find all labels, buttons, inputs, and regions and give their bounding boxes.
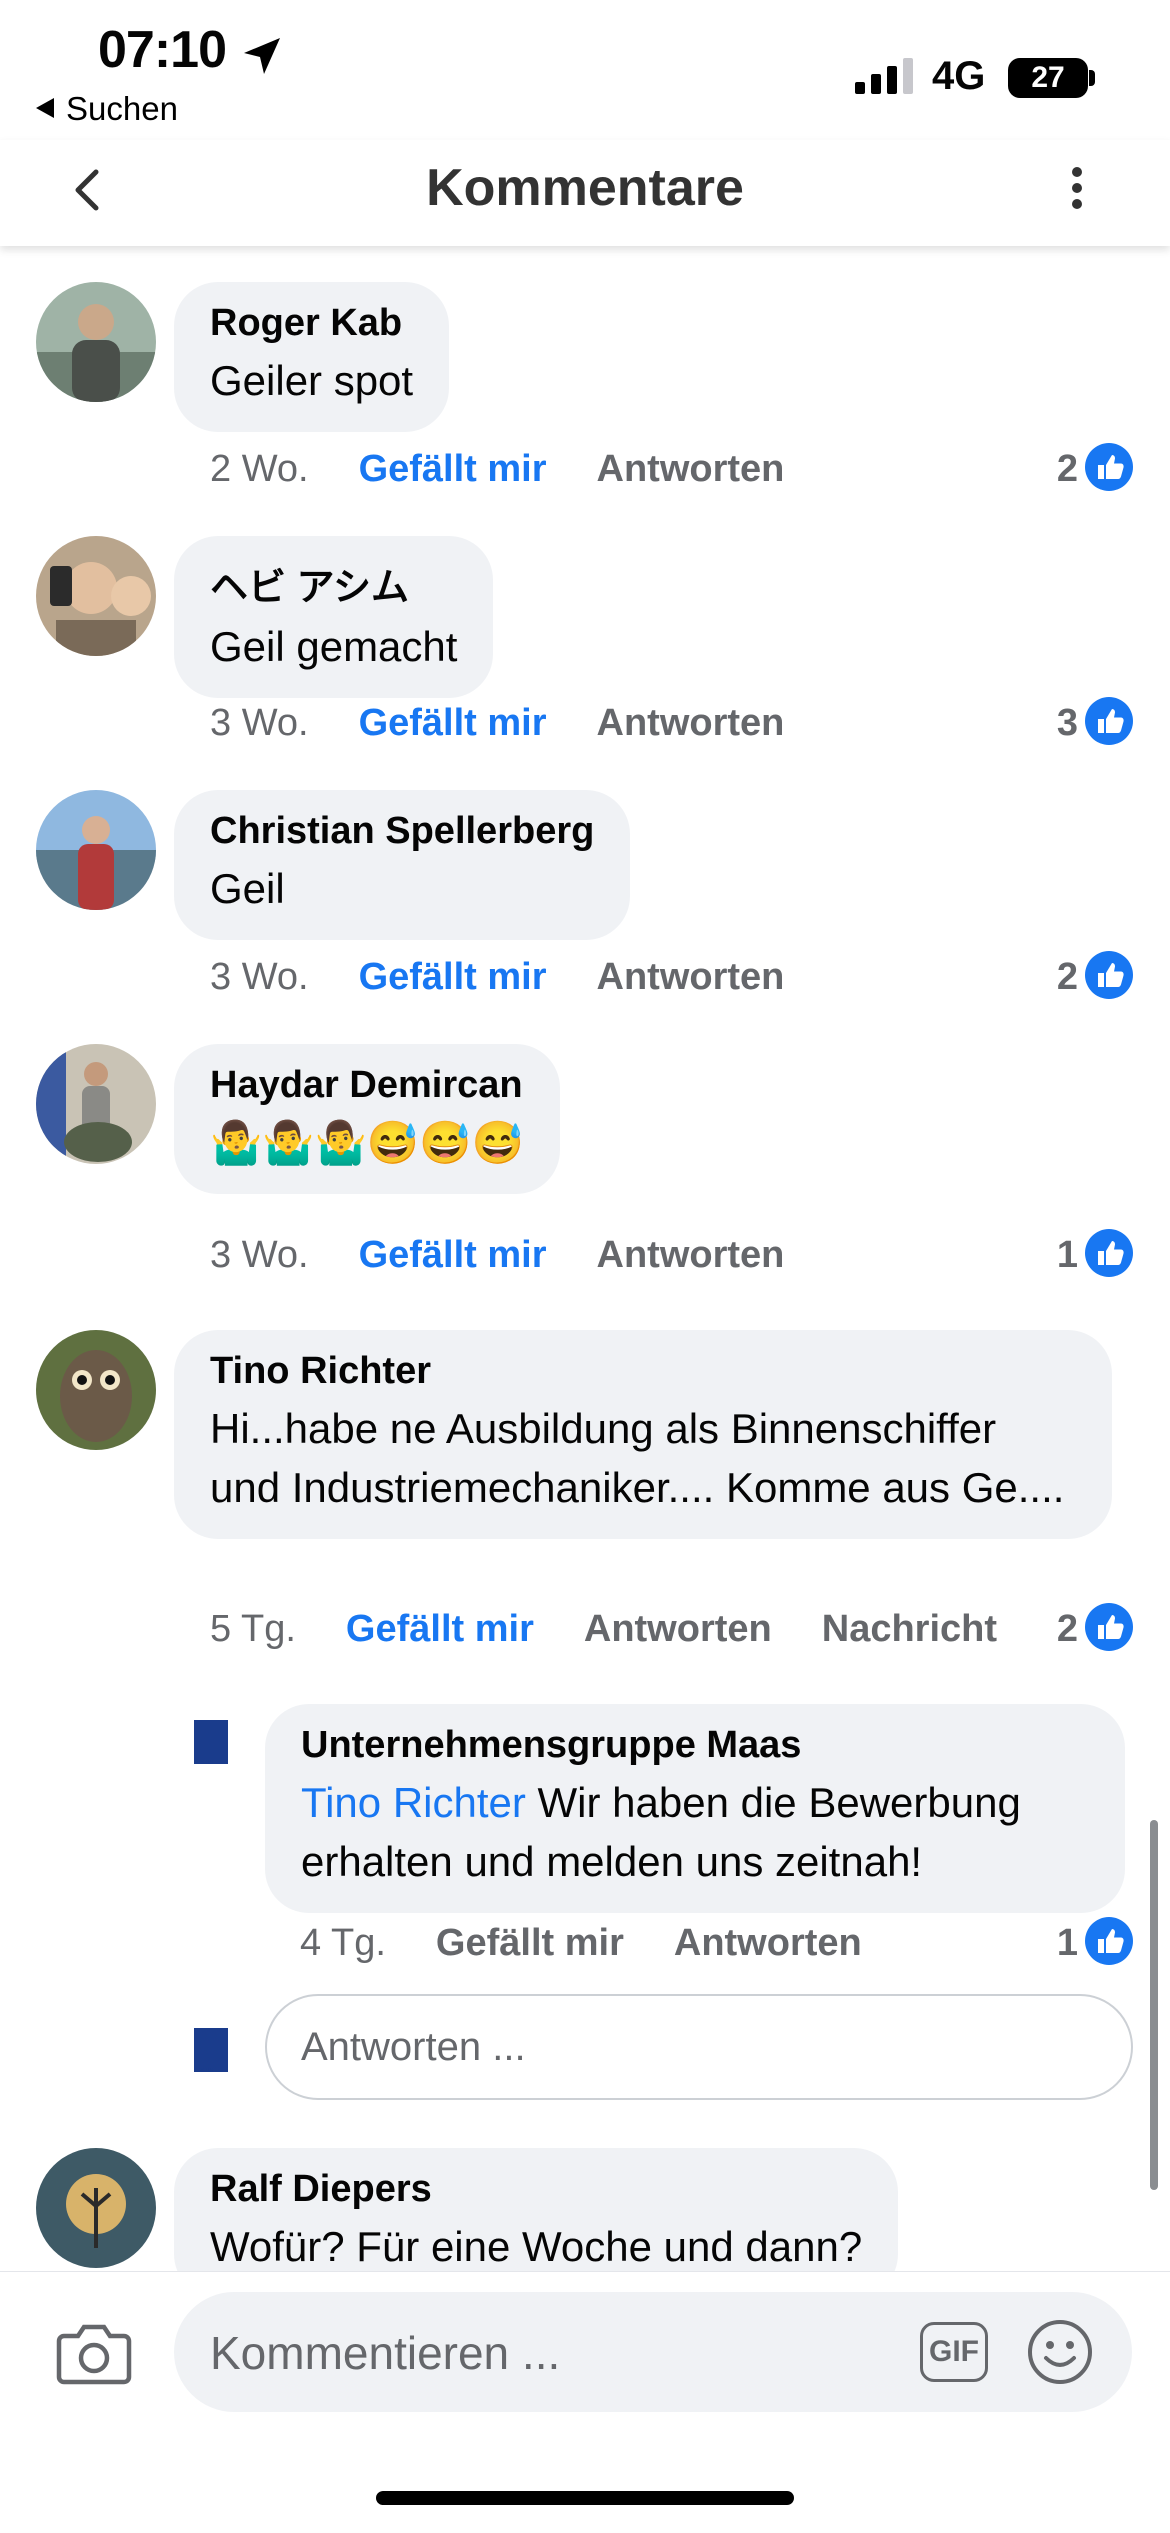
like-count: 3 xyxy=(1056,702,1078,744)
back-triangle-icon xyxy=(36,98,54,119)
comment-author[interactable]: Haydar Demircan xyxy=(210,1064,524,1107)
reply-button[interactable]: Antworten xyxy=(597,1234,785,1276)
reply-button[interactable]: Antworten xyxy=(674,1922,862,1964)
more-options-icon[interactable] xyxy=(1052,158,1102,218)
comment-actions: 5 Tg. Gefällt mir Antworten Nachricht xyxy=(210,1608,997,1651)
like-count: 2 xyxy=(1056,956,1078,998)
comment-text: 🤷‍♂️🤷‍♂️🤷‍♂️😅😅😅 xyxy=(210,1119,524,1166)
status-time: 07:10 xyxy=(98,21,227,79)
company-logo[interactable] xyxy=(194,1720,228,1766)
comment-bubble[interactable]: Tino Richter Hi...habe ne Ausbildung als… xyxy=(174,1330,1112,1539)
location-arrow-icon xyxy=(244,38,280,74)
avatar[interactable] xyxy=(36,282,156,402)
like-button[interactable]: Gefällt mir xyxy=(359,702,547,744)
reply-button[interactable]: Antworten xyxy=(584,1608,772,1650)
comment-actions: 3 Wo. Gefällt mir Antworten xyxy=(210,1234,834,1277)
comment-input-placeholder: Kommentieren ... xyxy=(210,2327,561,2379)
comment-actions: 3 Wo. Gefällt mir Antworten xyxy=(210,956,834,999)
comment-text: Hi...habe ne Ausbildung als Binnenschiff… xyxy=(210,1405,1065,1511)
reply-input[interactable]: Antworten ... xyxy=(265,1994,1133,2100)
avatar[interactable] xyxy=(36,1044,156,1164)
emoji-icon[interactable] xyxy=(1026,2318,1094,2386)
avatar[interactable] xyxy=(36,790,156,910)
like-button[interactable]: Gefällt mir xyxy=(359,1234,547,1276)
comment-bubble[interactable]: Haydar Demircan 🤷‍♂️🤷‍♂️🤷‍♂️😅😅😅 xyxy=(174,1044,560,1194)
reaction-count[interactable]: 2 xyxy=(1030,1603,1134,1658)
avatar[interactable] xyxy=(36,2148,156,2268)
comment-bubble[interactable]: ヘビ アシム Geil gemacht xyxy=(174,536,494,698)
comment-bubble[interactable]: Ralf Diepers Wofür? Für eine Woche und d… xyxy=(174,2148,899,2271)
reaction-count[interactable]: 2 xyxy=(1030,951,1134,1006)
scrollbar[interactable] xyxy=(1150,1820,1158,2190)
reply-text: Tino Richter Wir haben die Bewerbung erh… xyxy=(301,1773,1089,1891)
like-button[interactable]: Gefällt mir xyxy=(359,956,547,998)
reply-button[interactable]: Antworten xyxy=(597,956,785,998)
comment-composer: Kommentieren ... GIF xyxy=(0,2271,1170,2533)
network-type: 4G xyxy=(932,54,986,98)
reply-actions: 4 Tg. Gefällt mir Antworten xyxy=(300,1922,912,1965)
comment-author[interactable]: ヘビ アシム xyxy=(210,556,457,611)
comment-text: Geiler spot xyxy=(210,357,414,404)
reply-bubble[interactable]: Unternehmensgruppe Maas Tino Richter Wir… xyxy=(265,1704,1125,1913)
like-thumb-icon xyxy=(1085,697,1133,745)
comment-text: Geil gemacht xyxy=(210,623,458,670)
comment-author[interactable]: Roger Kab xyxy=(210,302,413,345)
comment-age: 2 Wo. xyxy=(210,448,309,490)
comment-bubble[interactable]: Christian Spellerberg Geil xyxy=(174,790,631,940)
battery-indicator: 27 xyxy=(1008,58,1088,98)
comment-input[interactable]: Kommentieren ... GIF xyxy=(174,2292,1132,2412)
comment-age: 5 Tg. xyxy=(210,1608,296,1650)
like-count: 1 xyxy=(1056,1234,1078,1276)
back-to-app-link[interactable]: Suchen xyxy=(36,90,178,128)
like-thumb-icon xyxy=(1085,1917,1133,1965)
comment-actions: 3 Wo. Gefällt mir Antworten xyxy=(210,702,834,745)
reply-age: 4 Tg. xyxy=(300,1922,386,1964)
like-count: 1 xyxy=(1056,1922,1078,1964)
comment-age: 3 Wo. xyxy=(210,1234,309,1276)
reaction-count[interactable]: 2 xyxy=(1030,443,1134,498)
home-indicator[interactable] xyxy=(376,2491,794,2505)
company-logo xyxy=(194,2028,228,2074)
like-button[interactable]: Gefällt mir xyxy=(436,1922,624,1964)
comment-author[interactable]: Tino Richter xyxy=(210,1350,1076,1393)
back-app-label: Suchen xyxy=(66,90,178,127)
like-count: 2 xyxy=(1056,1608,1078,1650)
comment-text: Wofür? Für eine Woche und dann? xyxy=(210,2223,863,2270)
cellular-signal-icon xyxy=(855,58,913,94)
reaction-count[interactable]: 1 xyxy=(1030,1917,1134,1972)
camera-icon[interactable] xyxy=(56,2320,132,2386)
page-title: Kommentare xyxy=(426,159,744,217)
reply-button[interactable]: Antworten xyxy=(597,448,785,490)
like-thumb-icon xyxy=(1085,1229,1133,1277)
comment-age: 3 Wo. xyxy=(210,956,309,998)
comment-text: Geil xyxy=(210,865,285,912)
reply-button[interactable]: Antworten xyxy=(597,702,785,744)
comment-author[interactable]: Ralf Diepers xyxy=(210,2168,862,2211)
like-thumb-icon xyxy=(1085,951,1133,999)
like-thumb-icon xyxy=(1085,1603,1133,1651)
comment-age: 3 Wo. xyxy=(210,702,309,744)
reply-author[interactable]: Unternehmensgruppe Maas xyxy=(301,1724,1089,1767)
comment-bubble[interactable]: Roger Kab Geiler spot xyxy=(174,282,450,432)
comments-feed[interactable]: Roger Kab Geiler spot 2 Wo. Gefällt mir An… xyxy=(0,246,1170,2271)
like-button[interactable]: Gefällt mir xyxy=(346,1608,534,1650)
mention-link[interactable]: Tino Richter xyxy=(301,1779,526,1826)
top-nav-bar: Kommentare xyxy=(0,140,1170,246)
reaction-count[interactable]: 1 xyxy=(1030,1229,1134,1284)
message-button[interactable]: Nachricht xyxy=(822,1608,997,1650)
like-button[interactable]: Gefällt mir xyxy=(359,448,547,490)
comment-author[interactable]: Christian Spellerberg xyxy=(210,810,594,853)
status-bar: 07:10 Suchen 4G 27 xyxy=(0,0,1170,140)
like-thumb-icon xyxy=(1085,443,1133,491)
reaction-count[interactable]: 3 xyxy=(1030,697,1134,752)
like-count: 2 xyxy=(1056,448,1078,490)
battery-tip xyxy=(1089,70,1095,86)
comment-actions: 2 Wo. Gefällt mir Antworten xyxy=(210,448,834,491)
avatar[interactable] xyxy=(36,1330,156,1450)
avatar[interactable] xyxy=(36,536,156,656)
gif-button[interactable]: GIF xyxy=(920,2322,988,2382)
